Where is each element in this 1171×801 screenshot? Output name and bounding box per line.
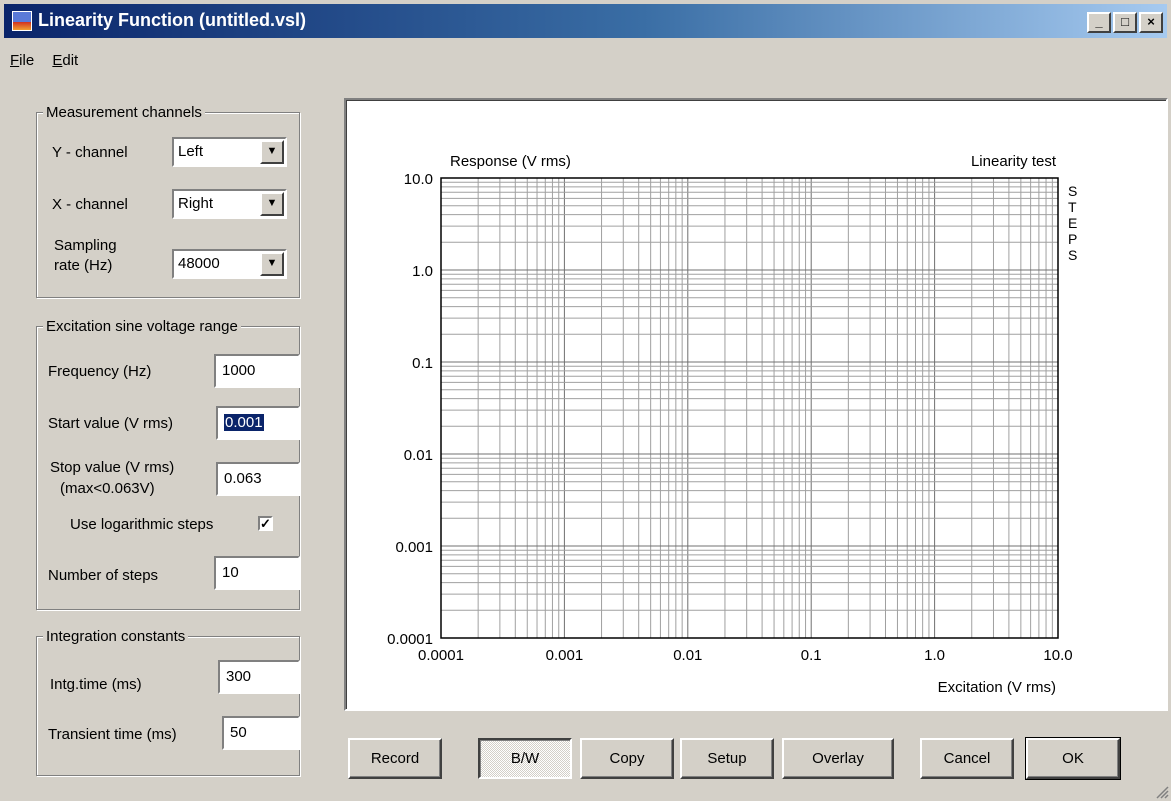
chart-title: Linearity test bbox=[971, 153, 1057, 170]
x-tick-label: 1.0 bbox=[924, 647, 945, 664]
menu-edit[interactable]: Edit bbox=[52, 52, 78, 69]
bw-button[interactable]: B/W bbox=[478, 738, 572, 779]
chevron-down-icon[interactable]: ▼ bbox=[260, 140, 284, 164]
integration-constants-legend: Integration constants bbox=[43, 628, 189, 645]
cancel-button[interactable]: Cancel bbox=[920, 738, 1014, 779]
steps-side-label: STEPS bbox=[1068, 183, 1077, 263]
y-tick-label: 0.1 bbox=[412, 355, 433, 372]
linearity-chart: 0.0001 0.001 0.01 0.1 1.0 10.0 10.0 1.0 0.1 0.01 0… bbox=[387, 153, 1077, 696]
plot-frame bbox=[440, 177, 1059, 639]
start-value-text: 0.001 bbox=[224, 414, 264, 431]
overlay-button[interactable]: Overlay bbox=[782, 738, 894, 779]
title-bar[interactable]: Linearity Function (untitled.vsl) _ □ × bbox=[4, 4, 1167, 38]
window-title: Linearity Function (untitled.vsl) bbox=[38, 10, 307, 30]
y-tick-label: 0.01 bbox=[404, 447, 433, 464]
integration-time-label: Intg.time (ms) bbox=[50, 676, 142, 693]
y-tick-label: 0.0001 bbox=[387, 631, 433, 648]
sampling-rate-value: 48000 bbox=[178, 255, 220, 272]
app-icon[interactable] bbox=[12, 11, 32, 31]
frequency-label: Frequency (Hz) bbox=[48, 363, 152, 380]
measurement-channels-legend: Measurement channels bbox=[43, 104, 205, 121]
graph-panel: 0.0001 0.001 0.01 0.1 1.0 10.0 10.0 1.0 0.1 0.01 0… bbox=[344, 98, 1168, 711]
maximize-button[interactable]: □ bbox=[1113, 12, 1137, 33]
start-value-label: Start value (V rms) bbox=[48, 415, 174, 432]
y-channel-select[interactable]: Left ▼ bbox=[172, 137, 287, 167]
x-axis-title: Excitation (V rms) bbox=[938, 679, 1056, 696]
menu-bar: File Edit bbox=[10, 52, 92, 74]
copy-button[interactable]: Copy bbox=[580, 738, 674, 779]
x-tick-label: 0.01 bbox=[673, 647, 702, 664]
record-button[interactable]: Record bbox=[348, 738, 442, 779]
close-button[interactable]: × bbox=[1139, 12, 1163, 33]
y-channel-label: Y - channel bbox=[52, 144, 128, 161]
stop-value-label-line2: (max<0.063V) bbox=[60, 480, 155, 497]
x-channel-value: Right bbox=[178, 195, 214, 212]
menu-file[interactable]: File bbox=[10, 52, 34, 69]
x-tick-label: 0.0001 bbox=[418, 647, 464, 664]
minimize-button[interactable]: _ bbox=[1087, 12, 1111, 33]
chevron-down-icon[interactable]: ▼ bbox=[260, 252, 284, 276]
sampling-rate-select[interactable]: 48000 ▼ bbox=[172, 249, 287, 279]
frequency-field[interactable]: 1000 bbox=[214, 354, 300, 388]
linearity-function-window: Linearity Function (untitled.vsl) _ □ × … bbox=[0, 0, 1171, 801]
y-tick-label: 0.001 bbox=[395, 539, 433, 556]
y-tick-label: 10.0 bbox=[404, 171, 433, 188]
setup-button[interactable]: Setup bbox=[680, 738, 774, 779]
integration-time-field[interactable]: 300 bbox=[218, 660, 300, 694]
resize-grip-icon[interactable] bbox=[1153, 783, 1169, 799]
x-channel-select[interactable]: Right ▼ bbox=[172, 189, 287, 219]
x-tick-label: 0.001 bbox=[546, 647, 584, 664]
x-tick-label: 0.1 bbox=[801, 647, 822, 664]
start-value-field[interactable]: 0.001 bbox=[216, 406, 300, 440]
stop-value-label-line1: Stop value (V rms) bbox=[50, 459, 175, 476]
chevron-down-icon[interactable]: ▼ bbox=[260, 192, 284, 216]
transient-time-field[interactable]: 50 bbox=[222, 716, 300, 750]
x-tick-label: 10.0 bbox=[1043, 647, 1072, 664]
sampling-rate-label-line1: Sampling bbox=[54, 237, 117, 254]
y-axis-title: Response (V rms) bbox=[450, 153, 571, 170]
ok-button[interactable]: OK bbox=[1025, 737, 1121, 780]
integration-constants-group: Integration constants bbox=[36, 628, 300, 776]
x-channel-label: X - channel bbox=[52, 196, 128, 213]
number-of-steps-label: Number of steps bbox=[48, 567, 159, 584]
y-channel-value: Left bbox=[178, 143, 204, 160]
transient-time-label: Transient time (ms) bbox=[48, 726, 177, 743]
number-of-steps-field[interactable]: 10 bbox=[214, 556, 300, 590]
log-steps-checkbox[interactable]: ✓ bbox=[258, 516, 273, 531]
excitation-range-legend: Excitation sine voltage range bbox=[43, 318, 241, 335]
log-steps-label: Use logarithmic steps bbox=[70, 516, 214, 533]
y-tick-label: 1.0 bbox=[412, 263, 433, 280]
sampling-rate-label-line2: rate (Hz) bbox=[54, 257, 113, 274]
stop-value-field[interactable]: 0.063 bbox=[216, 462, 300, 496]
